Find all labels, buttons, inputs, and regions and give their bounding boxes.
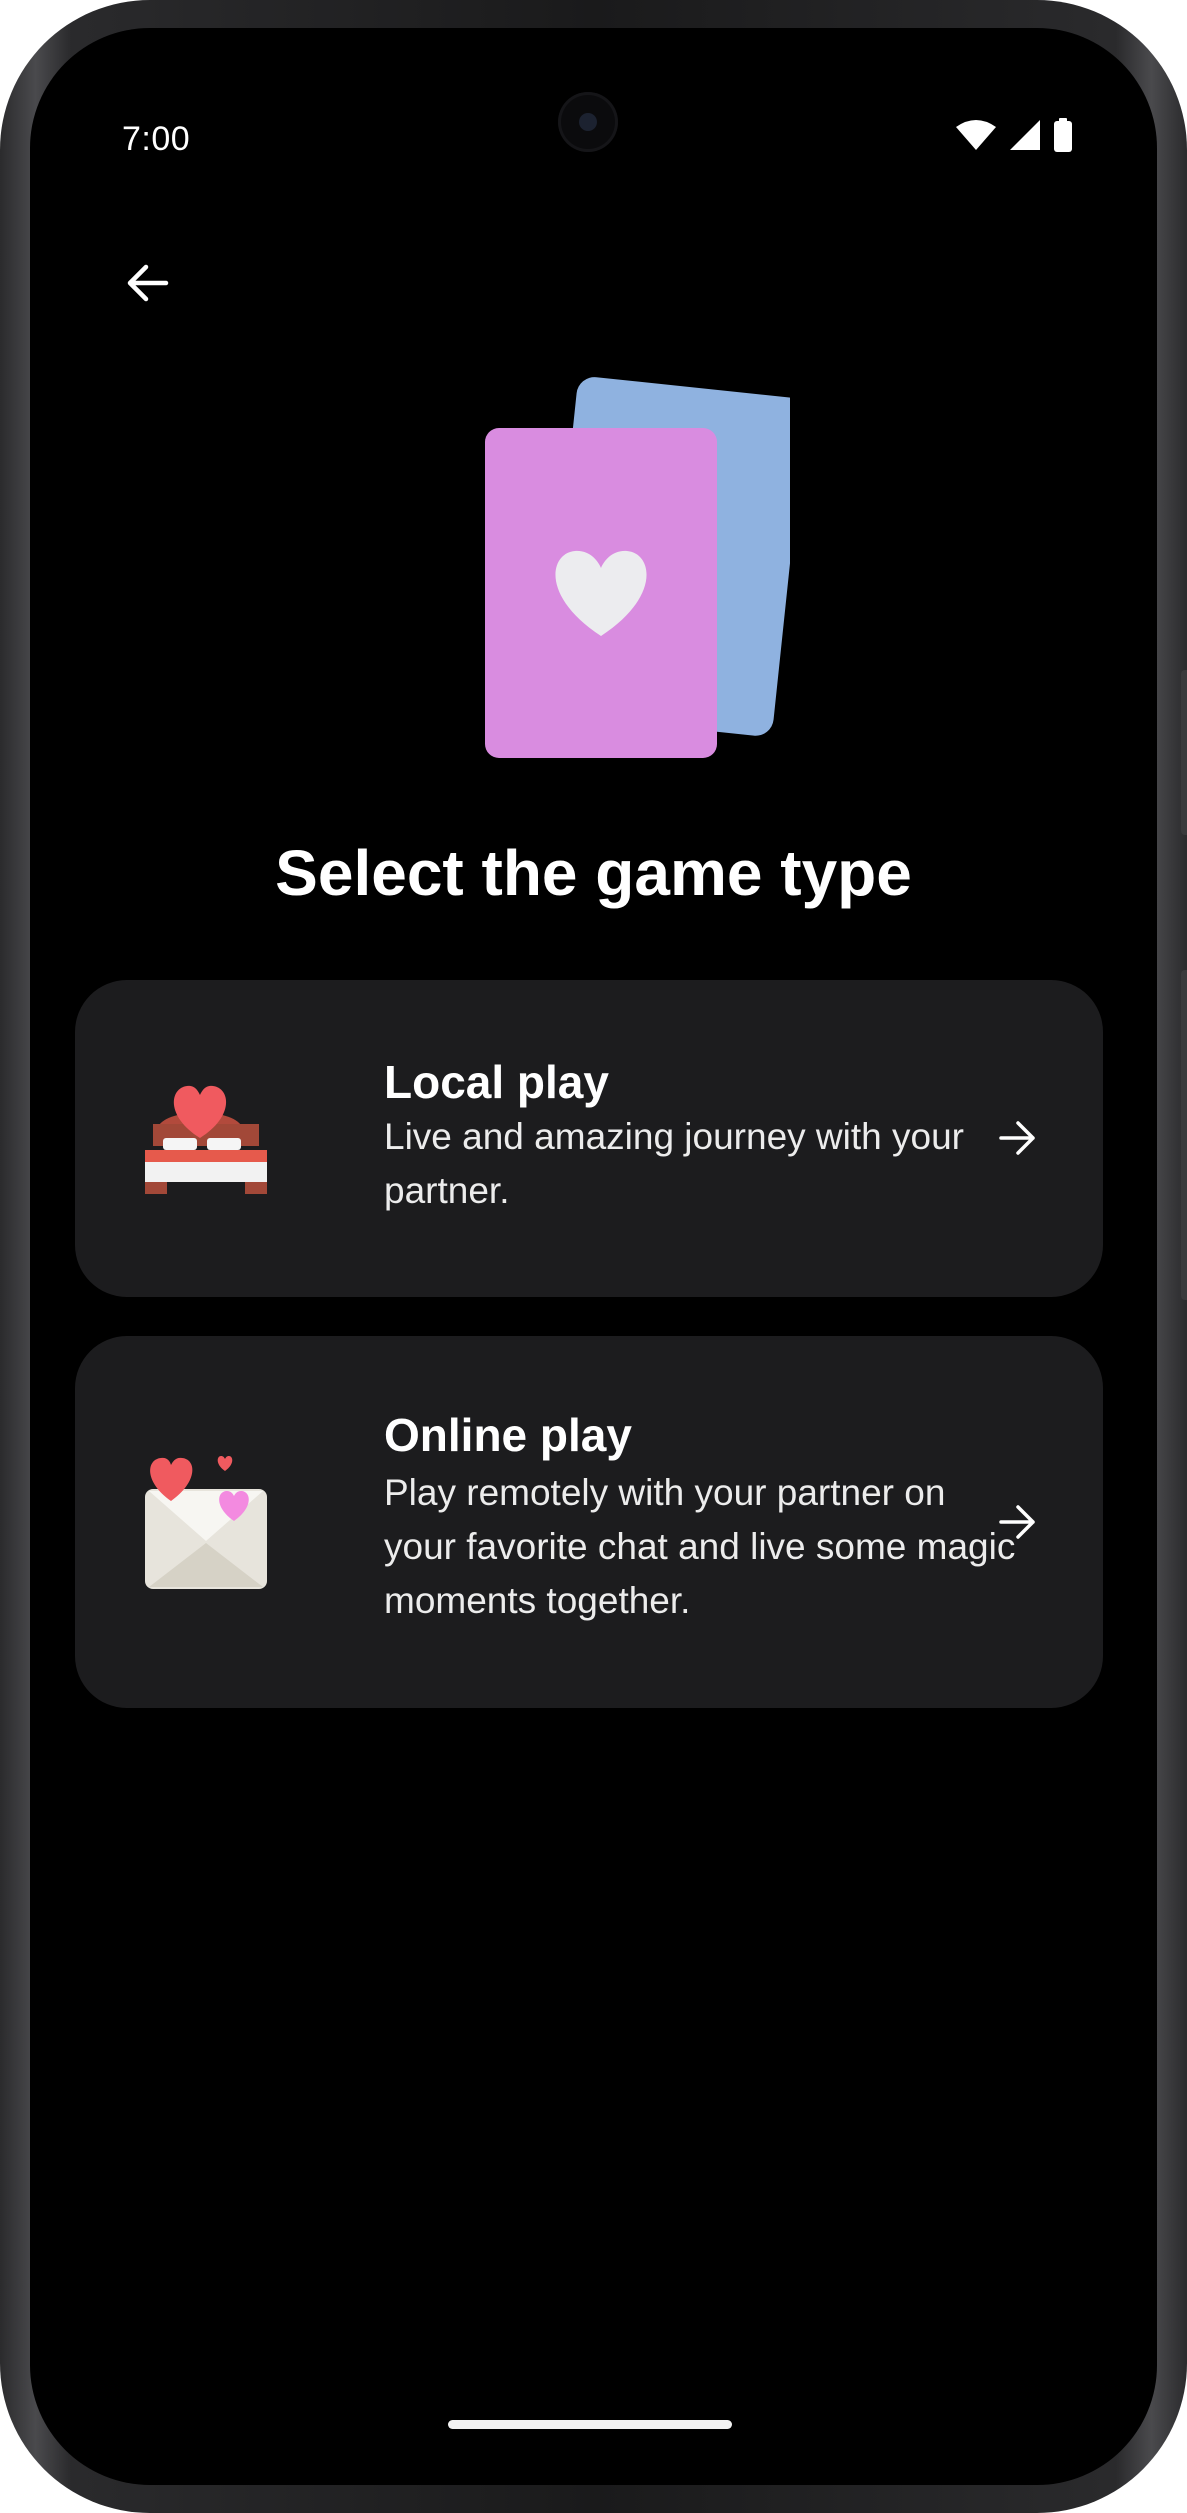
page-title: Select the game type — [275, 837, 912, 909]
arrow-forward-icon — [999, 1121, 1035, 1155]
arrow-back-icon — [127, 264, 169, 302]
local-play-card[interactable]: Local play Live and amazing journey with… — [75, 980, 1103, 1297]
device-frame: 7:00 Select the game type Local play Liv… — [0, 0, 1187, 2513]
battery-icon — [1054, 118, 1072, 152]
local-play-title: Local play — [384, 1056, 609, 1108]
bed-heart-icon — [145, 1085, 267, 1194]
online-play-title: Online play — [384, 1409, 632, 1461]
love-letter-icon — [145, 1456, 267, 1589]
home-gesture-bar[interactable] — [448, 2420, 732, 2429]
status-time: 7:00 — [122, 120, 191, 158]
volume-button — [1181, 670, 1187, 835]
screen: 7:00 Select the game type Local play Liv… — [30, 28, 1157, 2485]
front-camera — [558, 92, 618, 152]
online-play-description: Play remotely with your partner on your … — [384, 1472, 1016, 1621]
heart-cards-illustration — [485, 377, 790, 758]
wifi-icon — [956, 120, 996, 150]
arrow-forward-icon — [999, 1505, 1035, 1539]
local-play-description: Live and amazing journey with your partn… — [384, 1116, 964, 1211]
online-play-card[interactable]: Online play Play remotely with your part… — [75, 1336, 1103, 1708]
back-button[interactable] — [92, 228, 202, 338]
signal-icon — [1010, 120, 1040, 150]
power-button — [1181, 970, 1187, 1300]
status-icons — [955, 118, 1073, 152]
